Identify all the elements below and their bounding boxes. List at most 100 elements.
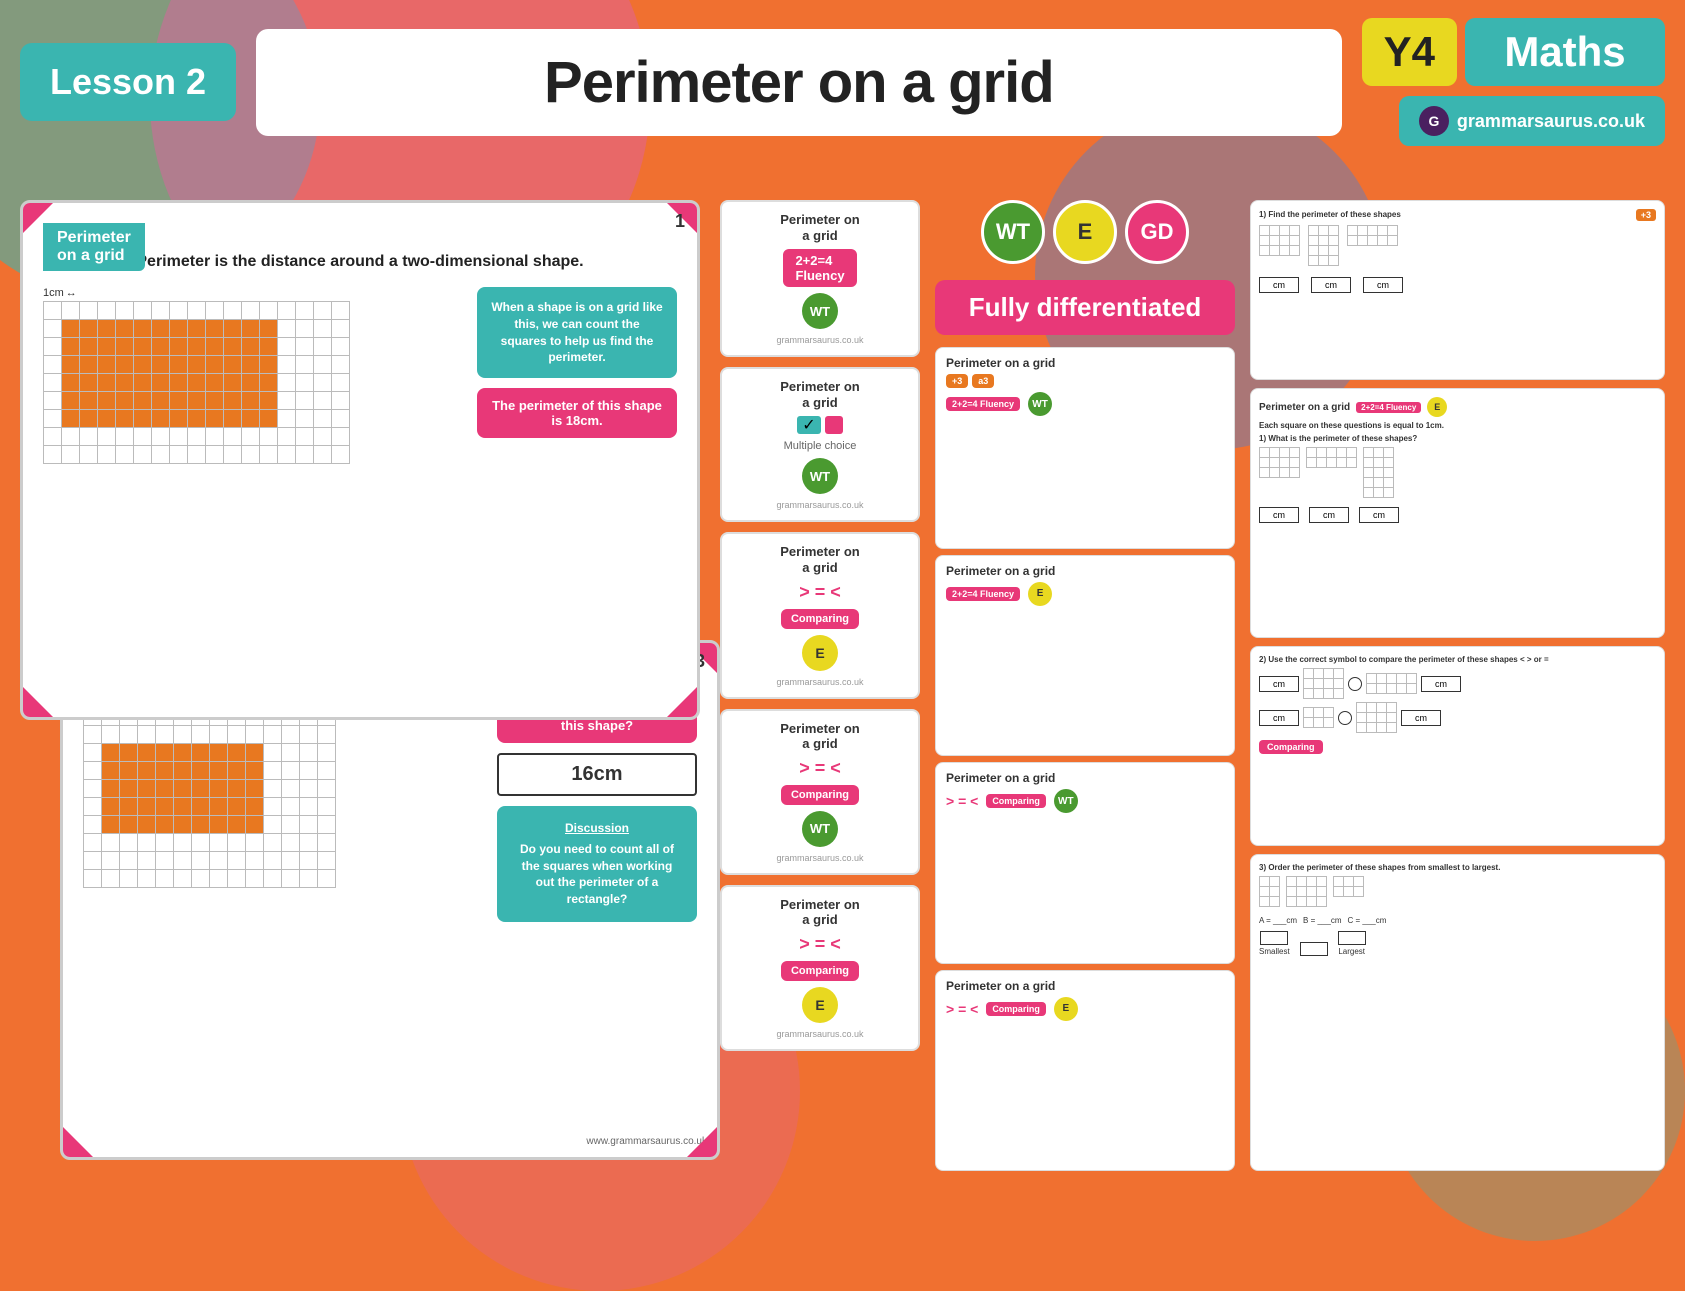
grammar-icon: G bbox=[1419, 106, 1449, 136]
pc3-q2: 2) Use the correct symbol to compare the… bbox=[1259, 655, 1656, 664]
pc2-shape-a bbox=[1259, 447, 1300, 503]
slide-1: Perimeter on a grid 1 Perimeter is the d… bbox=[20, 200, 700, 720]
slide1-grid-area: 1cm ↔ bbox=[43, 287, 677, 464]
worksheet-card-1[interactable]: Perimeter ona grid 2+2=4Fluency WT gramm… bbox=[720, 200, 920, 357]
preview-card-2: Perimeter on a grid 2+2=4 Fluency E Each… bbox=[1250, 388, 1665, 638]
worksheet-card-2[interactable]: Perimeter ona grid ✓ Multiple choice WT … bbox=[720, 367, 920, 522]
diff-ws-e-content: 2+2=4 Fluency E bbox=[946, 582, 1224, 606]
e-comp-small: E bbox=[1054, 997, 1078, 1021]
pc1-shape-3 bbox=[1347, 225, 1398, 271]
ws5-symbols: > = < bbox=[799, 934, 841, 955]
pc1-grids bbox=[1259, 225, 1656, 271]
lesson-label: Lesson 2 bbox=[50, 61, 206, 102]
sg1 bbox=[1259, 225, 1300, 256]
ws2-title: Perimeter ona grid bbox=[780, 379, 859, 410]
pc4-sg2 bbox=[1286, 876, 1327, 907]
worksheet-card-5[interactable]: Perimeter ona grid > = < Comparing E gra… bbox=[720, 885, 920, 1051]
ws3-badge-e: E bbox=[802, 635, 838, 671]
diff-ws-badges: 2+2=4 Fluency WT bbox=[946, 392, 1224, 416]
ws4-comparing: Comparing bbox=[781, 785, 859, 805]
diff-ws-fluency-wt[interactable]: Perimeter on a grid +3 a3 2+2=4 Fluency … bbox=[935, 347, 1235, 549]
year-maths-row: Y4 Maths bbox=[1362, 18, 1665, 86]
slide1-info-boxes: When a shape is on a grid like this, we … bbox=[477, 287, 677, 438]
pc2-e-badge: E bbox=[1427, 397, 1447, 417]
diff-ws-comparing-e[interactable]: Perimeter on a grid > = < Comparing E bbox=[935, 970, 1235, 1172]
pc1-shape-1 bbox=[1259, 225, 1300, 271]
pc3-cm-b2: cm bbox=[1401, 710, 1441, 726]
ws1-badge-wt: WT bbox=[802, 293, 838, 329]
s3-discussion: Discussion Do you need to count all of t… bbox=[497, 806, 697, 922]
slides-panel: Perimeter on a grid 1 Perimeter is the d… bbox=[20, 200, 700, 1171]
preview-card-3: 2) Use the correct symbol to compare the… bbox=[1250, 646, 1665, 846]
fully-differentiated-banner: Fully differentiated bbox=[935, 280, 1235, 335]
pc2-shape-b bbox=[1306, 447, 1357, 503]
year-badge: Y4 bbox=[1362, 18, 1457, 86]
pc4-shapes-row bbox=[1259, 876, 1656, 912]
pc2-cm-3: cm bbox=[1359, 507, 1399, 523]
right-badges: Y4 Maths G grammarsaurus.co.uk bbox=[1362, 18, 1665, 146]
pc4-sg3 bbox=[1333, 876, 1364, 897]
check-icon: ✓ bbox=[797, 416, 821, 434]
plus3-badge: +3 bbox=[946, 374, 968, 388]
s3-answer: 16cm bbox=[497, 753, 697, 796]
perimeter-grid bbox=[43, 301, 350, 464]
s3-perimeter-grid bbox=[83, 707, 336, 888]
diff-ws-comparing-wt[interactable]: Perimeter on a grid > = < Comparing WT bbox=[935, 762, 1235, 964]
pc2-q1: 1) What is the perimeter of these shapes… bbox=[1259, 434, 1656, 443]
diff-ws-comp-wt-title: Perimeter on a grid bbox=[946, 771, 1224, 785]
ws3-symbols: > = < bbox=[799, 582, 841, 603]
ws2-type-row: ✓ bbox=[797, 416, 843, 434]
title-box: Perimeter on a grid bbox=[256, 29, 1342, 136]
pc1-badge: +3 bbox=[1636, 209, 1656, 221]
slide1-info-pink: The perimeter of this shape is 18cm. bbox=[477, 388, 677, 438]
pc1-header-row: 1) Find the perimeter of these shapes +3 bbox=[1259, 209, 1656, 221]
e-small: E bbox=[1028, 582, 1052, 606]
circle-compare-2 bbox=[1338, 711, 1352, 725]
cm-box-3: cm bbox=[1363, 277, 1403, 293]
ws5-comparing: Comparing bbox=[781, 961, 859, 981]
pc3-compare-row-1: cm cm bbox=[1259, 668, 1656, 699]
pc2-note: Each square on these questions is equal … bbox=[1259, 421, 1656, 430]
comp-symbols-small: > = < bbox=[946, 793, 978, 809]
worksheet-card-4[interactable]: Perimeter ona grid > = < Comparing WT gr… bbox=[720, 709, 920, 875]
preview-section: 1) Find the perimeter of these shapes +3 bbox=[1250, 200, 1665, 1171]
diff-ws-fluency-e[interactable]: Perimeter on a grid 2+2=4 Fluency E bbox=[935, 555, 1235, 757]
order-box-2 bbox=[1300, 942, 1328, 956]
pc2-sg1 bbox=[1259, 447, 1300, 478]
pc2-header: Perimeter on a grid 2+2=4 Fluency E bbox=[1259, 397, 1656, 417]
discussion-text: Do you need to count all of the squares … bbox=[520, 842, 674, 906]
pc4-sg1 bbox=[1259, 876, 1280, 907]
pc4-c-label: C = ___cm bbox=[1348, 916, 1387, 925]
pc4-order-row: Smallest Largest bbox=[1259, 931, 1656, 956]
worksheets-column: Perimeter ona grid 2+2=4Fluency WT gramm… bbox=[720, 200, 920, 1171]
ws4-grammar: grammarsaurus.co.uk bbox=[776, 853, 863, 863]
pc1-answers: cm cm cm bbox=[1259, 277, 1656, 293]
lesson-badge: Lesson 2 bbox=[20, 43, 236, 121]
pc4-a-label: A = ___cm bbox=[1259, 916, 1297, 925]
slide1-grid: 1cm ↔ bbox=[43, 287, 457, 464]
worksheet-card-3[interactable]: Perimeter ona grid > = < Comparing E gra… bbox=[720, 532, 920, 698]
ws2-type: Multiple choice bbox=[784, 440, 857, 452]
pc4-shape-c bbox=[1333, 876, 1364, 902]
preview-card-1: 1) Find the perimeter of these shapes +3 bbox=[1250, 200, 1665, 380]
diff-ws-comp-e-row: > = < Comparing E bbox=[946, 997, 1224, 1021]
diff-ws-title: Perimeter on a grid bbox=[946, 356, 1055, 370]
pc4-labels-row: A = ___cm B = ___cm C = ___cm bbox=[1259, 916, 1656, 925]
diff-ws-comp-wt-row: > = < Comparing WT bbox=[946, 789, 1224, 813]
main-content: Perimeter on a grid 1 Perimeter is the d… bbox=[20, 200, 1665, 1171]
wt-small: WT bbox=[1028, 392, 1052, 416]
diff-ws-comp-e-title: Perimeter on a grid bbox=[946, 979, 1224, 993]
cross-icon bbox=[825, 416, 843, 434]
pc4-smallest: Smallest bbox=[1259, 931, 1290, 956]
comp-symbols-e: > = < bbox=[946, 1001, 978, 1017]
slide3-grid-area: 1cm ↔ bbox=[83, 693, 697, 922]
pc1-question: 1) Find the perimeter of these shapes bbox=[1259, 210, 1401, 219]
corner-decoration bbox=[63, 1127, 93, 1157]
pc4-shape-b bbox=[1286, 876, 1327, 912]
pc3-comparing-badge: Comparing bbox=[1259, 740, 1323, 754]
comparing-small-e: Comparing bbox=[986, 1002, 1046, 1016]
pc4-b-label: B = ___cm bbox=[1303, 916, 1341, 925]
grammar-logo: G grammarsaurus.co.uk bbox=[1399, 96, 1665, 146]
slide1-header: Perimeter on a grid bbox=[43, 223, 145, 271]
discussion-title: Discussion bbox=[511, 820, 683, 837]
